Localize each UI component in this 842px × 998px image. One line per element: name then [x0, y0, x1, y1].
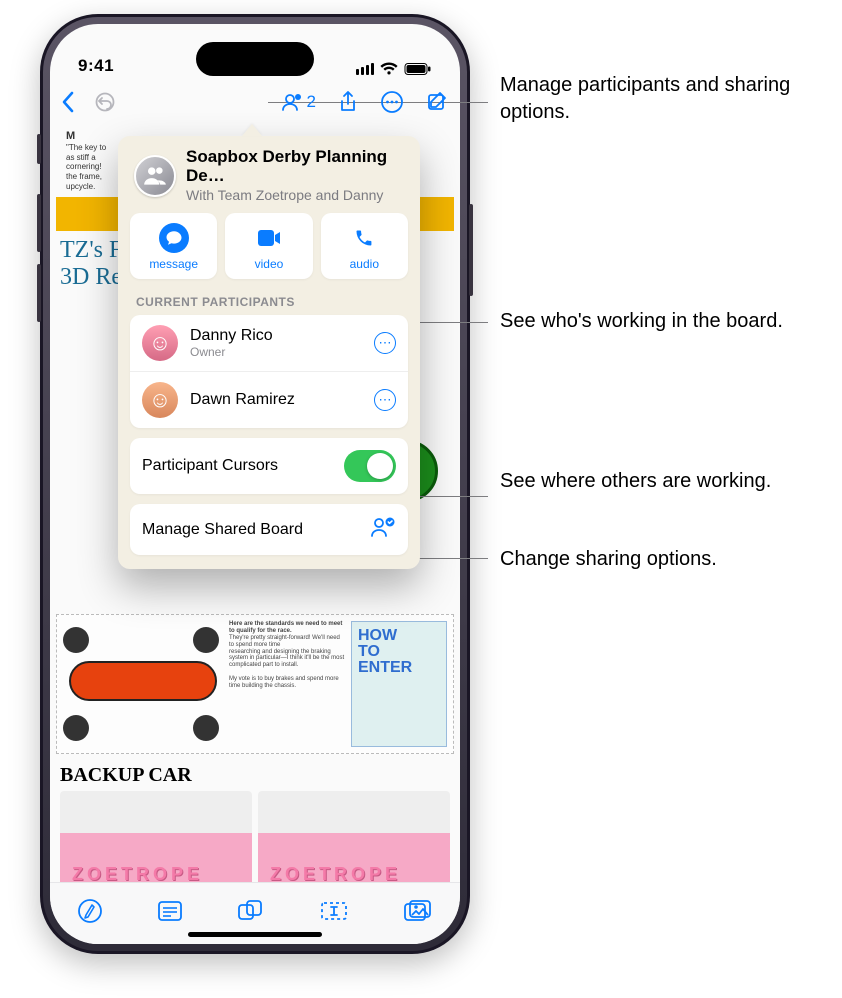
avatar: ☺ — [142, 325, 178, 361]
sticky-note-button[interactable] — [157, 900, 183, 927]
participant-name: Danny Rico — [190, 327, 362, 345]
participant-cursors-row[interactable]: Participant Cursors — [130, 438, 408, 494]
board-backup-section: BACKUP CAR — [60, 764, 450, 882]
video-label: video — [255, 257, 284, 271]
phone-side-button — [37, 264, 41, 322]
shapes-button[interactable] — [237, 899, 265, 928]
screen: 9:41 — [50, 24, 460, 944]
board-car-sketch — [63, 621, 223, 747]
group-avatar-icon — [134, 155, 176, 197]
popover-title: Soapbox Derby Planning De… — [186, 148, 404, 185]
manage-shared-board-label: Manage Shared Board — [142, 521, 360, 539]
callout-text: See where others are working. — [500, 468, 771, 495]
phone-icon — [349, 223, 379, 253]
board-sketch-panel: Here are the standards we need to meet t… — [56, 614, 454, 754]
avatar: ☺ — [142, 382, 178, 418]
popover-subtitle: With Team Zoetrope and Danny — [186, 187, 404, 203]
board-backup-title: BACKUP CAR — [60, 764, 450, 791]
callout-text: Manage participants and sharing options. — [500, 72, 842, 126]
audio-button[interactable]: audio — [321, 213, 408, 279]
wifi-icon — [380, 62, 398, 76]
participant-cursors-label: Participant Cursors — [142, 457, 334, 475]
audio-label: audio — [350, 257, 379, 271]
popover-caret — [242, 124, 262, 136]
battery-icon — [404, 62, 432, 76]
board-backup-photo — [258, 791, 450, 882]
participants-button[interactable]: 2 — [281, 91, 316, 113]
message-label: message — [149, 257, 198, 271]
video-button[interactable]: video — [225, 213, 312, 279]
compose-button[interactable] — [426, 90, 450, 114]
media-button[interactable] — [403, 899, 433, 928]
callout-text: See who's working in the board. — [500, 308, 783, 335]
participant-cursors-toggle[interactable] — [344, 450, 396, 482]
board-backup-photo — [60, 791, 252, 882]
message-button[interactable]: message — [130, 213, 217, 279]
participants-count: 2 — [307, 92, 316, 112]
participant-row[interactable]: ☺ Danny Rico Owner ⋯ — [130, 315, 408, 371]
sharing-popover: Soapbox Derby Planning De… With Team Zoe… — [118, 136, 420, 569]
undo-button[interactable] — [94, 91, 116, 113]
status-time: 9:41 — [78, 56, 114, 76]
participant-more-icon[interactable]: ⋯ — [374, 332, 396, 354]
shared-board-icon — [370, 516, 396, 543]
top-toolbar: 2 — [50, 80, 460, 124]
phone-side-button — [37, 134, 41, 164]
home-indicator[interactable] — [188, 932, 322, 937]
dynamic-island — [196, 42, 314, 76]
board-sketch-text: Here are the standards we need to meet t… — [229, 621, 345, 747]
iphone-frame: 9:41 — [40, 14, 470, 954]
manage-shared-board-button[interactable]: Manage Shared Board — [130, 504, 408, 555]
phone-side-button — [37, 194, 41, 252]
back-button[interactable] — [60, 91, 76, 113]
message-icon — [159, 223, 189, 253]
board-howto-card: HOW TO ENTER — [351, 621, 447, 747]
participant-role: Owner — [190, 345, 362, 359]
participant-more-icon[interactable]: ⋯ — [374, 389, 396, 411]
participant-name: Dawn Ramirez — [190, 391, 362, 409]
board-note: M"The key toas stiff acornering!the fram… — [56, 130, 112, 191]
cellular-signal-icon — [356, 63, 374, 75]
participants-list: ☺ Danny Rico Owner ⋯ ☺ Dawn Ramirez ⋯ — [130, 315, 408, 428]
video-icon — [254, 223, 284, 253]
phone-side-button — [469, 204, 473, 296]
participants-section-label: CURRENT PARTICIPANTS — [130, 291, 408, 315]
pen-tool-button[interactable] — [77, 898, 103, 929]
more-button[interactable] — [380, 90, 404, 114]
text-box-button[interactable] — [319, 900, 349, 927]
participant-row[interactable]: ☺ Dawn Ramirez ⋯ — [130, 371, 408, 428]
share-button[interactable] — [338, 90, 358, 114]
callout-text: Change sharing options. — [500, 546, 717, 573]
